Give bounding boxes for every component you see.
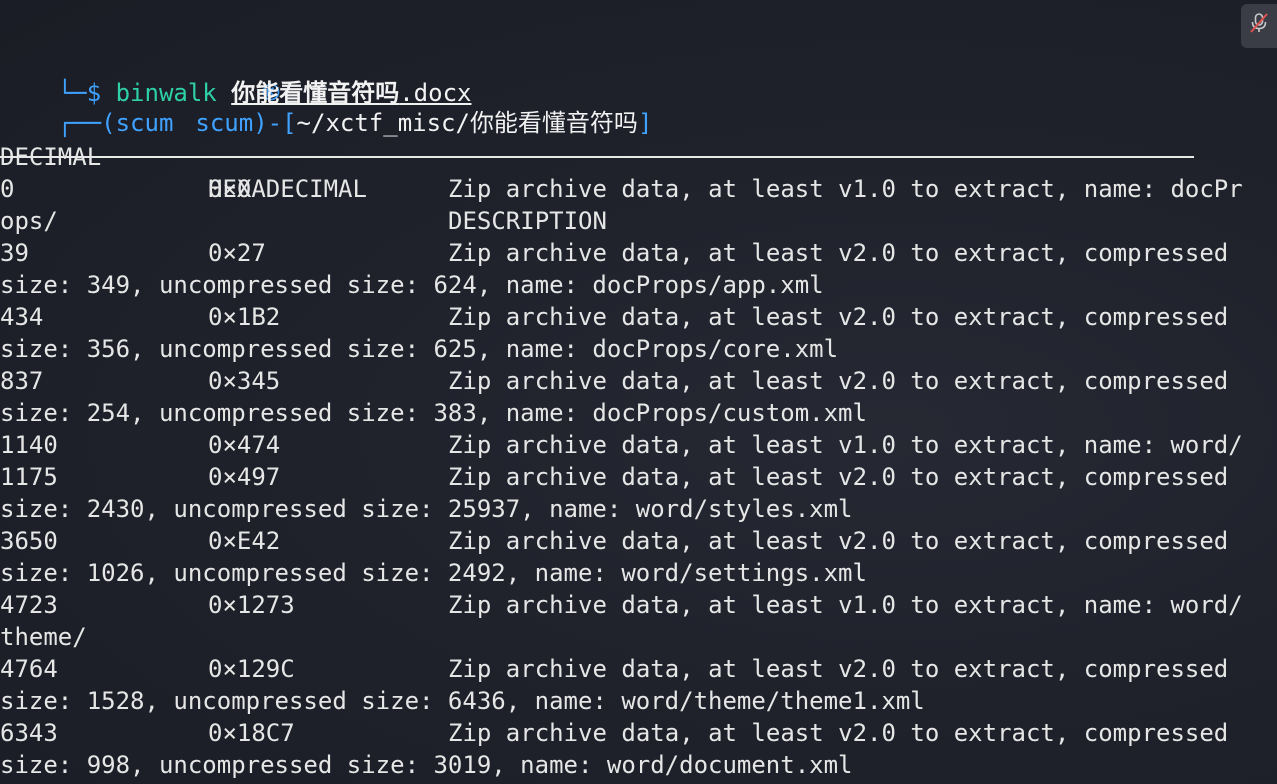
cell-hexadecimal: 0×1B2 <box>208 303 281 331</box>
mute-button[interactable] <box>1241 4 1277 48</box>
cell-description: Zip archive data, at least v2.0 to extra… <box>448 719 1229 747</box>
cell-decimal: 1175 <box>0 463 58 491</box>
table-row: 1140 0×474 Zip archive data, at least v1.0… <box>0 429 1277 461</box>
cell-description: Zip archive data, at least v2.0 to extra… <box>448 527 1229 555</box>
cell-description: Zip archive data, at least v2.0 to extra… <box>448 463 1229 491</box>
table-row: 3650 0×E42 Zip archive data, at least v2.0… <box>0 525 1277 557</box>
cell-decimal: 6343 <box>0 719 58 747</box>
header-description: DESCRIPTION <box>448 207 607 235</box>
cell-hexadecimal: 0×1273 <box>208 591 295 619</box>
prompt-line: ┌──(scum scum)-[~/xctf_misc/你能看懂音符吗] <box>0 13 652 137</box>
cell-description-continuation: size: 1528, uncompressed size: 6436, nam… <box>0 687 925 715</box>
table-header: DECIMAL HEXADECIMAL DESCRIPTION <box>0 109 1277 235</box>
cell-decimal: 1140 <box>0 431 58 459</box>
command-arg-filename: 你能看懂音符吗 <box>231 79 400 107</box>
prompt-dollar: $ <box>86 79 102 107</box>
cell-description-continuation: size: 254, uncompressed size: 383, name:… <box>0 399 867 427</box>
prompt-corner: └─ <box>57 79 87 107</box>
table-row: 39 0×27 Zip archive data, at least v2.0 to… <box>0 237 1277 269</box>
cell-decimal: 4723 <box>0 591 58 619</box>
command-program: binwalk <box>115 79 217 107</box>
cell-hexadecimal: 0×474 <box>208 431 281 459</box>
cell-decimal: 837 <box>0 367 44 395</box>
microphone-muted-icon <box>1248 11 1270 41</box>
cell-description: Zip archive data, at least v1.0 to extra… <box>448 591 1243 619</box>
cell-decimal: 39 <box>0 239 29 267</box>
table-row: 4723 0×1273 Zip archive data, at least v1.… <box>0 589 1277 621</box>
cell-description: Zip archive data, at least v2.0 to extra… <box>448 367 1229 395</box>
terminal-window[interactable]: ┌──(scum scum)-[~/xctf_misc/你能看懂音符吗] └─$… <box>0 0 1277 784</box>
cell-hexadecimal: 0×E42 <box>208 527 281 555</box>
cell-hexadecimal: 0×129C <box>208 655 295 683</box>
cell-description-continuation: theme/ <box>0 623 87 651</box>
cell-hexadecimal: 0×18C7 <box>208 719 295 747</box>
table-row: 434 0×1B2 Zip archive data, at least v2.0 … <box>0 301 1277 333</box>
table-row: 1175 0×497 Zip archive data, at least v2.0… <box>0 461 1277 493</box>
cell-hexadecimal: 0×27 <box>208 239 266 267</box>
cell-description-continuation: size: 356, uncompressed size: 625, name:… <box>0 335 839 363</box>
command-line[interactable]: └─$ binwalk 你能看懂音符吗.docx <box>0 45 472 107</box>
cell-description: Zip archive data, at least v2.0 to extra… <box>448 303 1229 331</box>
cell-description: Zip archive data, at least v1.0 to extra… <box>448 175 1243 203</box>
cell-description-continuation: size: 1026, uncompressed size: 2492, nam… <box>0 559 867 587</box>
cell-description: Zip archive data, at least v1.0 to extra… <box>448 431 1243 459</box>
header-divider <box>0 156 1194 158</box>
table-row: 6343 0×18C7 Zip archive data, at least v2.… <box>0 717 1277 749</box>
command-arg-extension: .docx <box>399 79 472 107</box>
cell-description-continuation: size: 998, uncompressed size: 3019, name… <box>0 751 853 779</box>
cell-decimal: 0 <box>0 175 15 203</box>
cell-description-continuation: size: 2430, uncompressed size: 25937, na… <box>0 495 853 523</box>
cell-description: Zip archive data, at least v2.0 to extra… <box>448 655 1229 683</box>
cell-description: Zip archive data, at least v2.0 to extra… <box>448 239 1229 267</box>
cell-decimal: 434 <box>0 303 44 331</box>
cell-decimal: 3650 <box>0 527 58 555</box>
cell-decimal: 4764 <box>0 655 58 683</box>
table-row: 4764 0×129C Zip archive data, at least v2.… <box>0 653 1277 685</box>
cell-hexadecimal: 0×345 <box>208 367 281 395</box>
table-row: 837 0×345 Zip archive data, at least v2.0 … <box>0 365 1277 397</box>
cell-hexadecimal: 0×0 <box>208 175 252 203</box>
cell-description-continuation: size: 349, uncompressed size: 624, name:… <box>0 271 824 299</box>
cell-description-continuation: ops/ <box>0 207 58 235</box>
cell-hexadecimal: 0×497 <box>208 463 281 491</box>
table-row: 0 0×0 Zip archive data, at least v1.0 to e… <box>0 173 1277 205</box>
